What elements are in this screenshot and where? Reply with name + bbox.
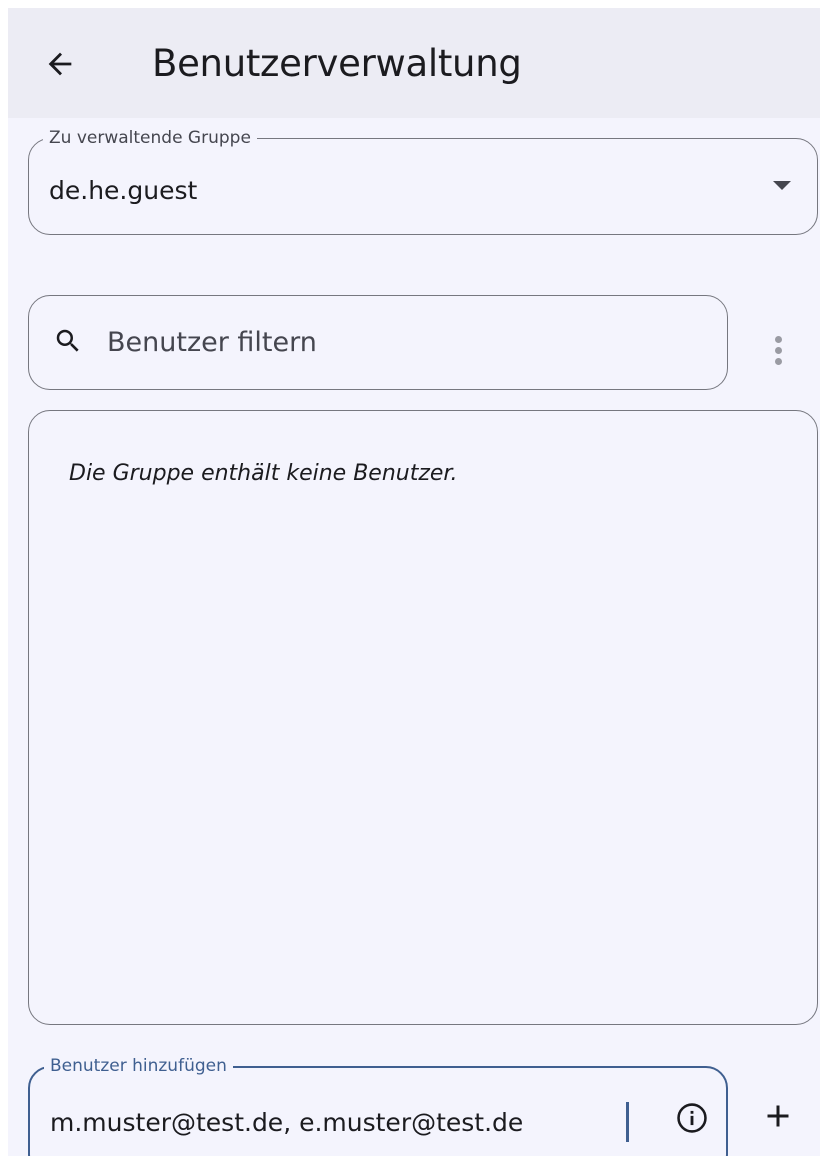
group-select[interactable]: Zu verwaltende Gruppe de.he.guest	[28, 127, 818, 235]
more-options-button[interactable]	[760, 326, 796, 374]
add-users-label: Benutzer hinzufügen	[44, 1055, 233, 1077]
info-icon	[677, 1103, 707, 1133]
group-select-label: Zu verwaltende Gruppe	[43, 127, 257, 149]
more-vert-icon	[774, 335, 782, 343]
group-select-value: de.he.guest	[49, 176, 198, 205]
page-title: Benutzerverwaltung	[152, 42, 522, 85]
user-filter-input[interactable]	[107, 320, 707, 364]
add-users-field[interactable]: Benutzer hinzufügen	[28, 1055, 728, 1156]
more-vert-icon-dot	[774, 357, 782, 365]
empty-list-message: Die Gruppe enthält keine Benutzer.	[69, 461, 458, 486]
user-list: Die Gruppe enthält keine Benutzer.	[28, 410, 818, 1025]
back-button[interactable]	[34, 38, 86, 90]
dropdown-arrow-icon[interactable]	[773, 181, 791, 190]
text-cursor	[626, 1102, 629, 1142]
app-bar: Benutzerverwaltung	[8, 8, 820, 118]
app-window: Benutzerverwaltung Zu verwaltende Gruppe…	[8, 8, 820, 1156]
add-users-button[interactable]	[756, 1094, 800, 1138]
plus-icon	[767, 1105, 789, 1127]
info-button[interactable]	[672, 1098, 712, 1138]
more-vert-icon-dot	[774, 346, 782, 354]
arrow-back-icon	[48, 52, 72, 76]
search-icon	[56, 329, 79, 352]
user-filter-field[interactable]	[28, 295, 728, 390]
add-users-input[interactable]	[50, 1100, 630, 1144]
